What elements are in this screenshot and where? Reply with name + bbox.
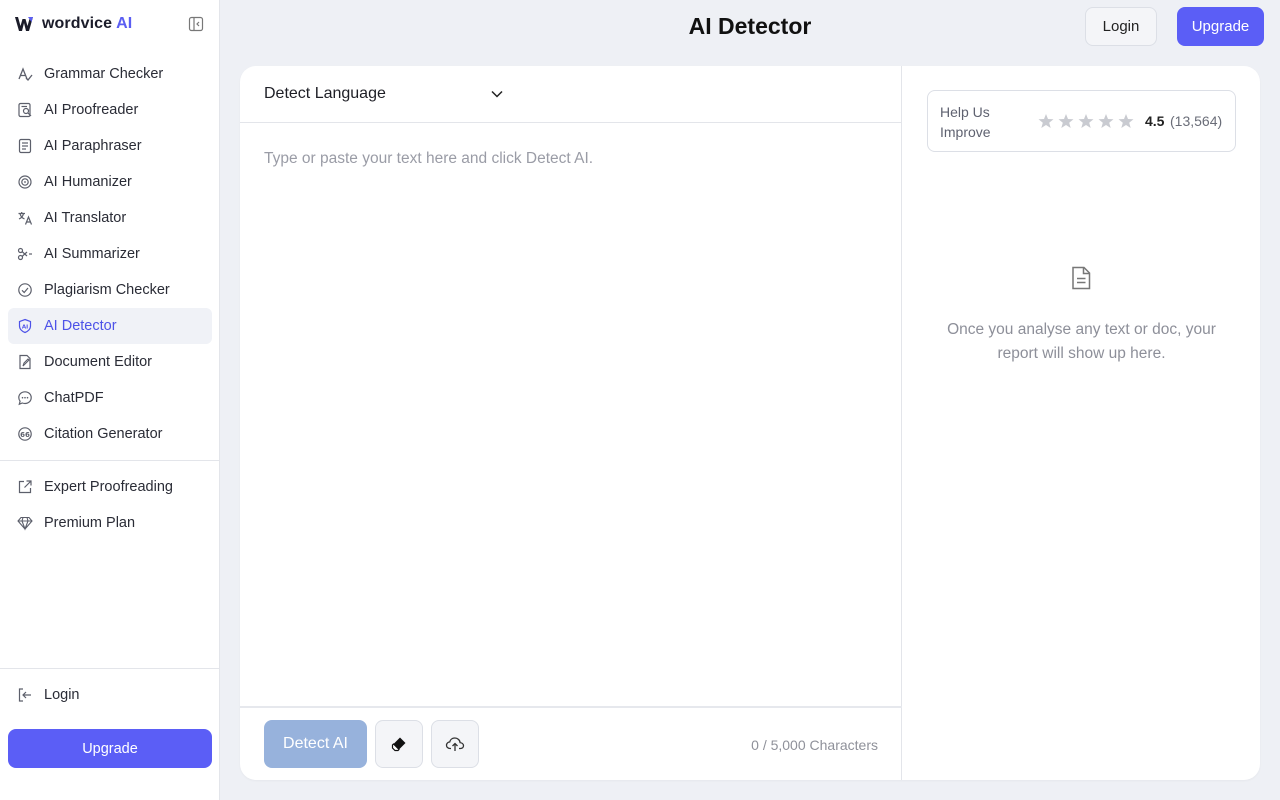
sidebar-item-chatpdf[interactable]: ChatPDF bbox=[8, 380, 212, 416]
text-input[interactable] bbox=[264, 150, 878, 750]
sidebar-item-label: AI Translator bbox=[44, 210, 127, 226]
sidebar-item-ai-translator[interactable]: AI Translator bbox=[8, 200, 212, 236]
report-document-icon bbox=[1072, 266, 1091, 290]
sidebar-item-ai-proofreader[interactable]: AI Proofreader bbox=[8, 92, 212, 128]
sidebar-item-grammar-checker[interactable]: Grammar Checker bbox=[8, 56, 212, 92]
sidebar-item-label: AI Proofreader bbox=[44, 102, 139, 118]
svg-text:AI: AI bbox=[22, 324, 28, 330]
paraphraser-icon bbox=[16, 137, 34, 155]
grammar-icon bbox=[16, 65, 34, 83]
sidebar-item-document-editor[interactable]: Document Editor bbox=[8, 344, 212, 380]
sidebar-item-premium-plan[interactable]: Premium Plan bbox=[8, 505, 212, 541]
ai-detector-icon: AI bbox=[16, 317, 34, 335]
sidebar-item-label: AI Humanizer bbox=[44, 174, 132, 190]
detector-card: Detect Language Detect AI 0 / 5,000 Char… bbox=[240, 66, 1260, 780]
clear-text-button[interactable] bbox=[375, 720, 423, 768]
rating-label: Help Us Improve bbox=[940, 104, 991, 140]
wordvice-logo bbox=[15, 17, 33, 31]
sidebar-item-label: Document Editor bbox=[44, 354, 152, 370]
sidebar-item-label: AI Summarizer bbox=[44, 246, 140, 262]
sidebar-item-ai-detector[interactable]: AI AI Detector bbox=[8, 308, 212, 344]
upload-file-button[interactable] bbox=[431, 720, 479, 768]
editor-toolbar: Detect AI 0 / 5,000 Characters bbox=[240, 706, 902, 780]
sidebar-item-ai-summarizer[interactable]: AI Summarizer bbox=[8, 236, 212, 272]
detect-ai-button[interactable]: Detect AI bbox=[264, 720, 367, 768]
eraser-icon bbox=[391, 737, 406, 752]
report-panel: Help Us Improve 4.5 (13,564) Once you an… bbox=[903, 66, 1260, 780]
language-dropdown[interactable]: Detect Language bbox=[264, 82, 504, 106]
rating-stars bbox=[1038, 113, 1134, 129]
diamond-icon bbox=[16, 514, 34, 532]
rating-box[interactable]: Help Us Improve 4.5 (13,564) bbox=[927, 90, 1236, 152]
sidebar-item-label: Citation Generator bbox=[44, 426, 163, 442]
sidebar-divider bbox=[0, 668, 220, 669]
sidebar-login: Login bbox=[8, 677, 212, 713]
humanizer-icon bbox=[16, 173, 34, 191]
header-login-button[interactable]: Login bbox=[1085, 7, 1157, 46]
sidebar-item-plagiarism-checker[interactable]: Plagiarism Checker bbox=[8, 272, 212, 308]
summarizer-icon bbox=[16, 245, 34, 263]
star-icon[interactable] bbox=[1098, 113, 1114, 129]
sidebar-item-label: AI Paraphraser bbox=[44, 138, 142, 154]
sidebar-nav: Grammar Checker AI Proofreader AI Paraph… bbox=[8, 56, 212, 452]
sidebar: wordvice AI Grammar Checker AI Proofread… bbox=[0, 0, 220, 800]
star-icon[interactable] bbox=[1038, 113, 1054, 129]
svg-text:66: 66 bbox=[20, 431, 30, 439]
citation-icon: 66 bbox=[16, 425, 34, 443]
brand-suffix: AI bbox=[116, 15, 133, 32]
sidebar-login-button[interactable]: Login bbox=[8, 677, 212, 713]
sidebar-item-citation-generator[interactable]: 66 Citation Generator bbox=[8, 416, 212, 452]
sidebar-item-ai-paraphraser[interactable]: AI Paraphraser bbox=[8, 128, 212, 164]
sidebar-item-label: Expert Proofreading bbox=[44, 479, 173, 495]
collapse-sidebar-icon[interactable] bbox=[188, 16, 204, 32]
sidebar-upgrade-button[interactable]: Upgrade bbox=[8, 729, 212, 768]
editor-panel: Detect Language Detect AI 0 / 5,000 Char… bbox=[240, 66, 902, 780]
star-icon[interactable] bbox=[1058, 113, 1074, 129]
star-icon[interactable] bbox=[1118, 113, 1134, 129]
chat-icon bbox=[16, 389, 34, 407]
language-label: Detect Language bbox=[264, 85, 386, 102]
report-empty-message: Once you analyse any text or doc, your r… bbox=[947, 321, 1216, 362]
sidebar-item-label: AI Detector bbox=[44, 318, 117, 334]
brand[interactable]: wordvice AI bbox=[14, 14, 132, 34]
plagiarism-icon bbox=[16, 281, 34, 299]
cloud-upload-icon bbox=[445, 737, 465, 751]
external-link-icon bbox=[16, 478, 34, 496]
sidebar-login-label: Login bbox=[44, 687, 80, 703]
sidebar-secondary-nav: Expert Proofreading Premium Plan bbox=[8, 469, 212, 541]
page-title: AI Detector bbox=[688, 13, 812, 39]
character-count: 0 / 5,000 Characters bbox=[751, 737, 878, 753]
sidebar-item-expert-proofreading[interactable]: Expert Proofreading bbox=[8, 469, 212, 505]
translator-icon bbox=[16, 209, 34, 227]
sidebar-divider bbox=[0, 460, 220, 461]
sidebar-item-label: ChatPDF bbox=[44, 390, 104, 406]
sidebar-item-ai-humanizer[interactable]: AI Humanizer bbox=[8, 164, 212, 200]
sidebar-item-label: Grammar Checker bbox=[44, 66, 164, 82]
brand-name-text: wordvice bbox=[42, 15, 113, 32]
sidebar-item-label: Premium Plan bbox=[44, 515, 136, 531]
language-bar: Detect Language bbox=[240, 66, 902, 123]
brand-name: wordvice AI bbox=[42, 15, 132, 33]
rating-score: 4.5 bbox=[1145, 113, 1165, 129]
login-icon bbox=[16, 686, 34, 704]
chevron-down-icon bbox=[491, 90, 503, 98]
rating-count: (13,564) bbox=[1170, 113, 1223, 129]
document-icon bbox=[16, 353, 34, 371]
header-upgrade-button[interactable]: Upgrade bbox=[1177, 7, 1264, 46]
sidebar-item-label: Plagiarism Checker bbox=[44, 282, 170, 298]
proofreader-icon bbox=[16, 101, 34, 119]
star-icon[interactable] bbox=[1078, 113, 1094, 129]
